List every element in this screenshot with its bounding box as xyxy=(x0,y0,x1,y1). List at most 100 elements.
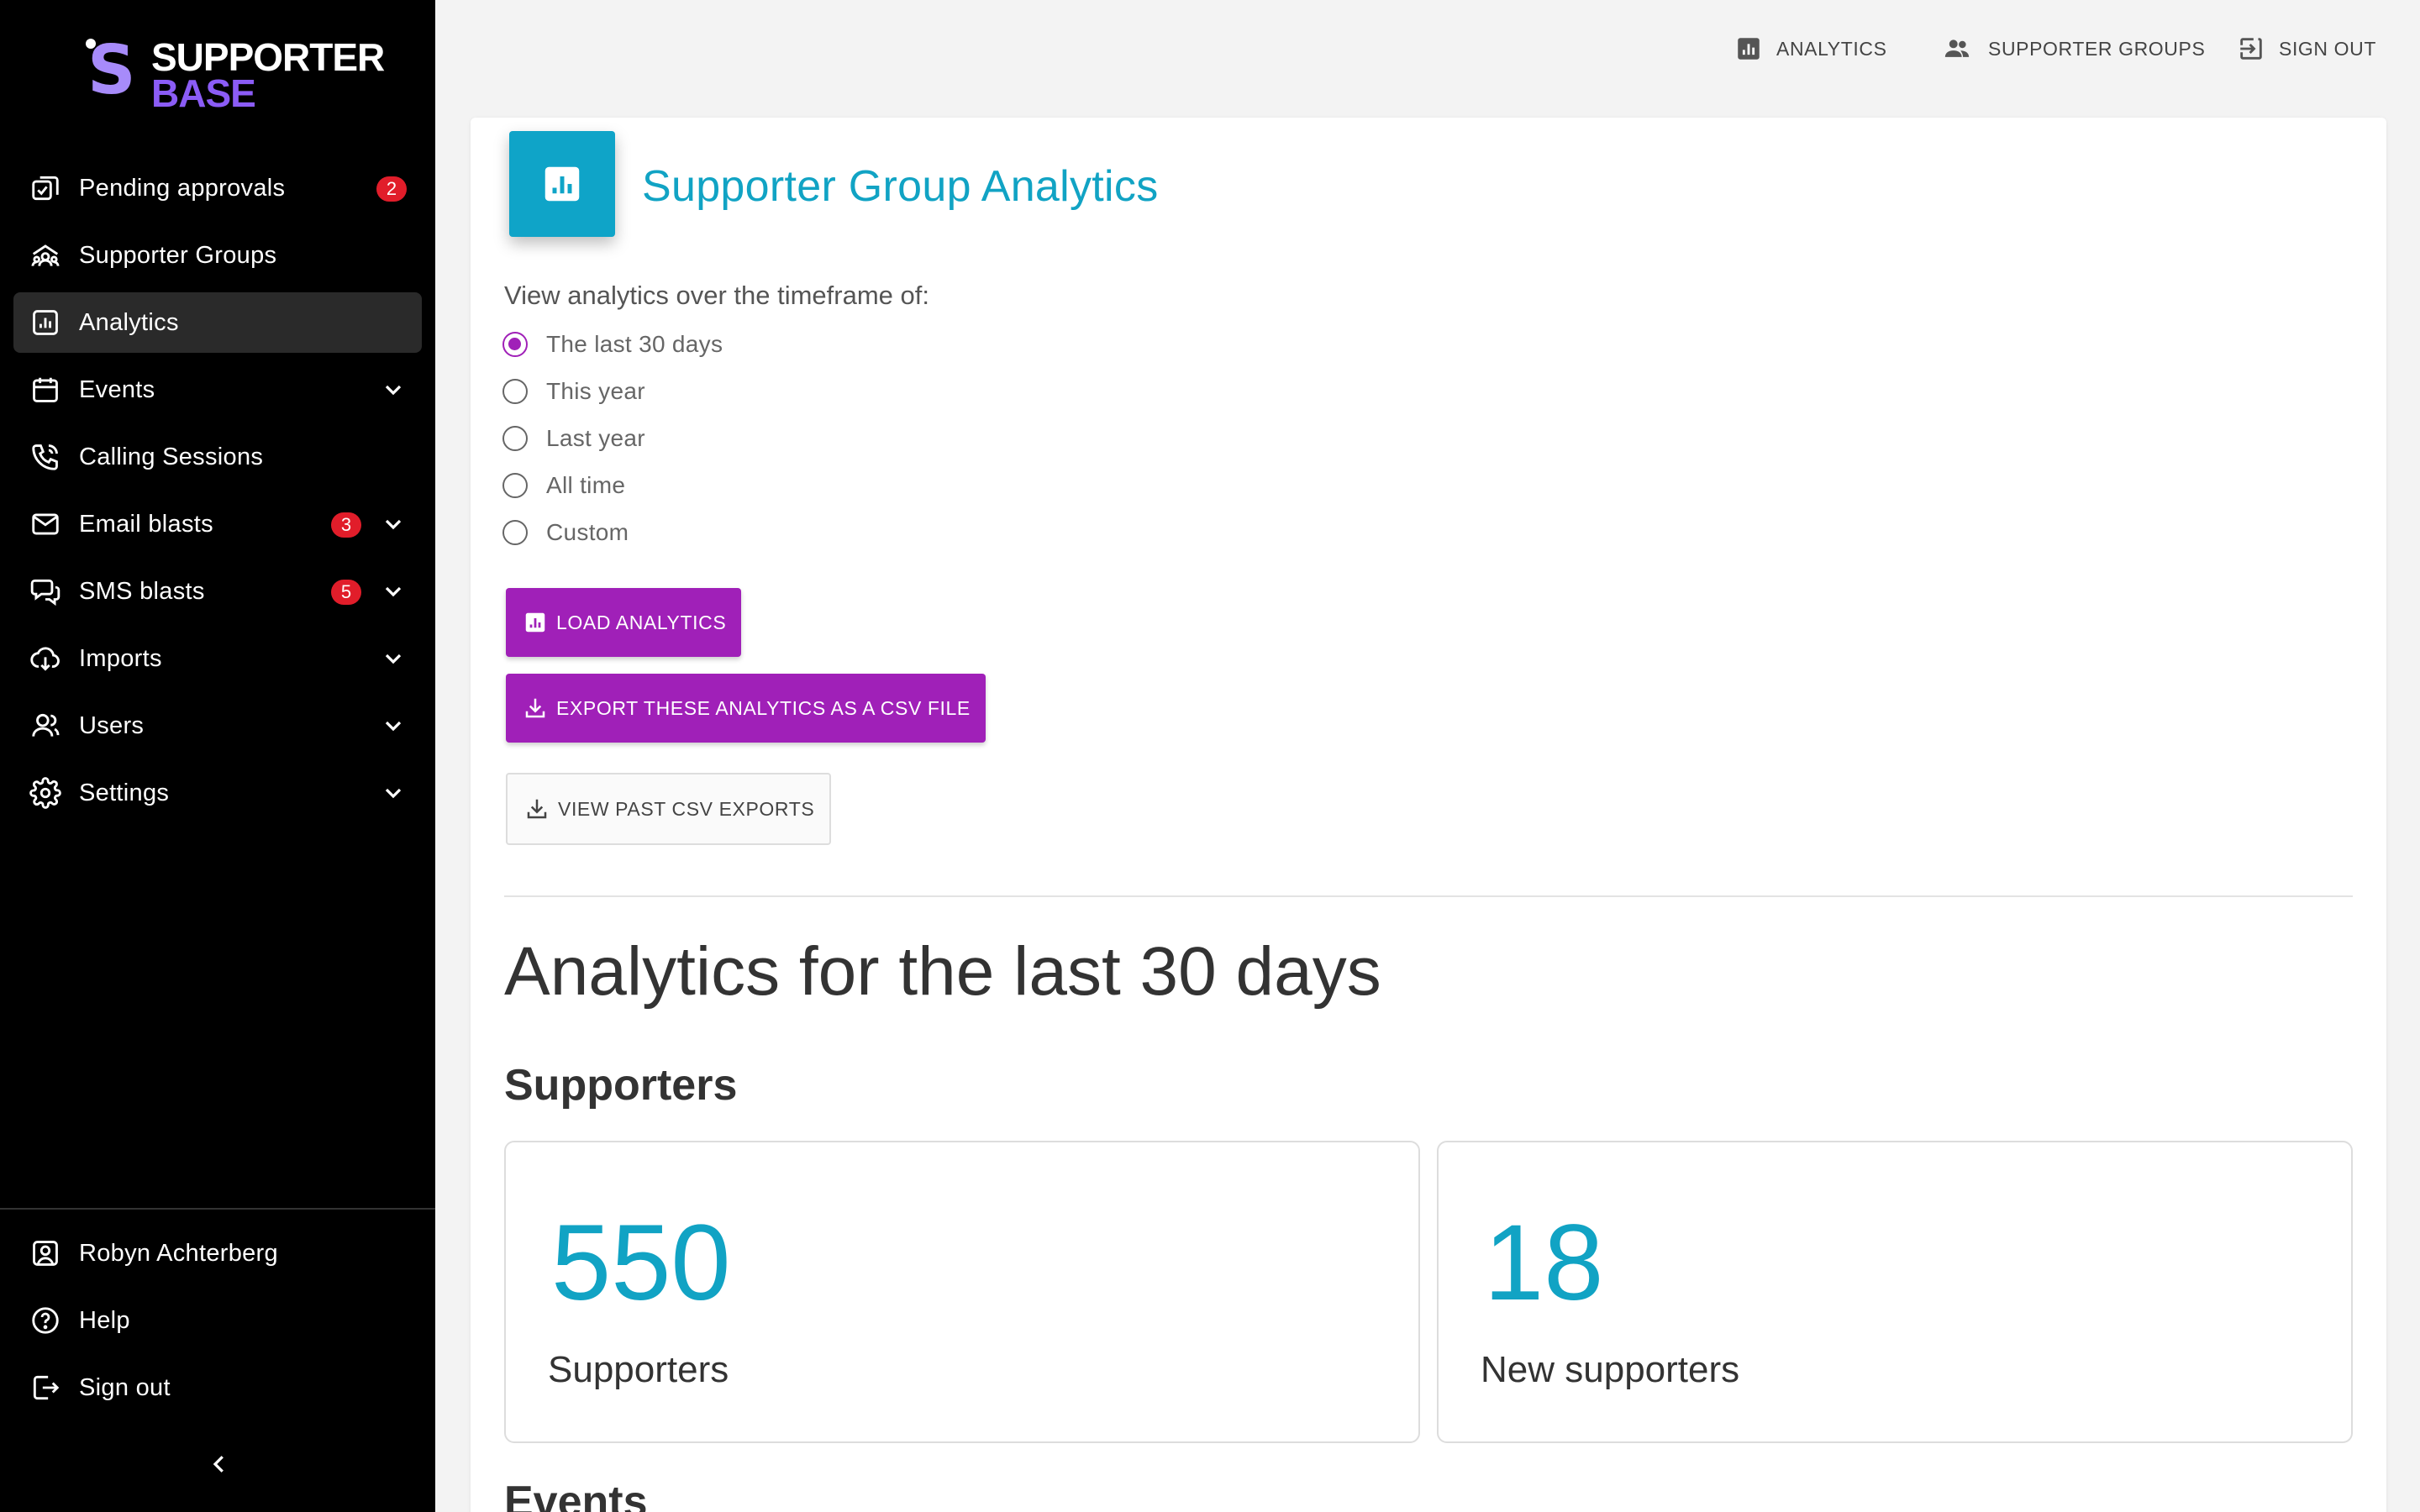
sidebar-item-label: Robyn Achterberg xyxy=(79,1239,278,1267)
chevron-down-icon[interactable] xyxy=(380,578,407,605)
top-link-supporter-groups[interactable]: SUPPORTER GROUPS xyxy=(1939,30,2205,67)
sidebar-item-label: Imports xyxy=(79,644,162,672)
sidebar-item-supporter-groups[interactable]: Supporter Groups xyxy=(13,225,422,286)
load-analytics-button[interactable]: LOAD ANALYTICS xyxy=(506,588,742,657)
timeframe-label: View analytics over the timeframe of: xyxy=(504,281,929,310)
timeframe-option-all-time[interactable]: All time xyxy=(502,469,625,502)
sidebar-item-sms-blasts[interactable]: SMS blasts 5 xyxy=(13,561,422,622)
view-past-exports-label: VIEW PAST CSV EXPORTS xyxy=(558,797,815,820)
download-icon xyxy=(527,799,547,819)
gear-icon xyxy=(29,776,62,810)
groups-icon xyxy=(29,239,62,272)
sign-out-icon xyxy=(29,1371,62,1404)
radio-label: The last 30 days xyxy=(546,331,723,357)
sidebar-item-label: Help xyxy=(79,1306,130,1334)
view-past-exports-button[interactable]: VIEW PAST CSV EXPORTS xyxy=(506,773,832,845)
sidebar-divider xyxy=(0,1208,435,1210)
sidebar-item-sign-out[interactable]: Sign out xyxy=(13,1357,422,1418)
timeframe-option-last-year[interactable]: Last year xyxy=(502,422,645,455)
top-link-analytics-label: ANALYTICS xyxy=(1776,37,1887,60)
user-icon xyxy=(29,1236,62,1270)
timeframe-option-custom[interactable]: Custom xyxy=(502,516,629,549)
sidebar: S SUPPORTER BASE Pending approvals 2 Sup… xyxy=(0,0,435,1512)
supporters-section-heading: Supporters xyxy=(504,1061,738,1110)
chevron-down-icon[interactable] xyxy=(380,376,407,403)
supporter-base-logo[interactable]: S SUPPORTER BASE xyxy=(86,31,385,115)
timeframe-option-last-30-days[interactable]: The last 30 days xyxy=(502,328,723,361)
calendar-icon xyxy=(29,373,62,407)
sms-icon xyxy=(29,575,62,608)
sidebar-item-imports[interactable]: Imports xyxy=(13,628,422,689)
radio-label: This year xyxy=(546,378,645,404)
sidebar-bottom-nav: Robyn Achterberg Help Sign out xyxy=(13,1223,422,1425)
top-link-sign-out[interactable]: SIGN OUT xyxy=(2237,30,2376,67)
stat-card-new-supporters: 18 New supporters xyxy=(1437,1141,2353,1443)
radio-button-checked[interactable] xyxy=(502,332,528,357)
stat-value: 550 xyxy=(551,1203,731,1323)
mail-icon xyxy=(29,507,62,541)
help-icon xyxy=(29,1304,62,1337)
sidebar-item-label: Calling Sessions xyxy=(79,443,264,470)
sidebar-item-events[interactable]: Events xyxy=(13,360,422,420)
sidebar-item-pending-approvals[interactable]: Pending approvals 2 xyxy=(13,158,422,218)
logo-mark: S xyxy=(87,31,136,109)
sidebar-item-help[interactable]: Help xyxy=(13,1290,422,1351)
results-heading: Analytics for the last 30 days xyxy=(504,933,1381,1010)
stat-label: New supporters xyxy=(1481,1349,1740,1390)
download-icon xyxy=(525,698,545,718)
top-link-analytics[interactable]: ANALYTICS xyxy=(1734,30,1887,67)
logo-text-line2: BASE xyxy=(151,71,256,115)
stat-label: Supporters xyxy=(548,1349,729,1390)
radio-label: Last year xyxy=(546,425,645,451)
top-link-supporter-groups-label: SUPPORTER GROUPS xyxy=(1988,37,2206,60)
radio-button[interactable] xyxy=(502,426,528,451)
sidebar-item-label: Pending approvals xyxy=(79,174,286,202)
stat-card-supporters: 550 Supporters xyxy=(504,1141,1420,1443)
sms-blasts-badge: 5 xyxy=(331,580,361,605)
sidebar-item-label: Analytics xyxy=(79,308,179,336)
card-header-icon xyxy=(509,131,615,237)
email-blasts-badge: 3 xyxy=(331,512,361,538)
sidebar-item-analytics[interactable]: Analytics xyxy=(13,292,422,353)
sidebar-nav: Pending approvals 2 Supporter Groups Ana… xyxy=(13,158,422,830)
sidebar-item-label: Settings xyxy=(79,779,170,806)
sign-out-icon xyxy=(2240,38,2262,60)
page-title: Supporter Group Analytics xyxy=(642,162,1159,211)
export-csv-button[interactable]: EXPORT THESE ANALYTICS AS A CSV FILE xyxy=(506,674,986,743)
chevron-down-icon[interactable] xyxy=(380,511,407,538)
radio-label: All time xyxy=(546,472,626,498)
sidebar-item-email-blasts[interactable]: Email blasts 3 xyxy=(13,494,422,554)
load-analytics-label: LOAD ANALYTICS xyxy=(556,611,727,633)
import-icon xyxy=(29,642,62,675)
users-icon xyxy=(29,709,62,743)
radio-button[interactable] xyxy=(502,520,528,545)
approvals-icon xyxy=(29,171,62,205)
sidebar-item-label: SMS blasts xyxy=(79,577,205,605)
events-section-heading: Events xyxy=(504,1478,648,1512)
section-divider xyxy=(504,895,2353,897)
analytics-icon xyxy=(544,166,580,202)
chevron-down-icon[interactable] xyxy=(380,712,407,739)
top-link-sign-out-label: SIGN OUT xyxy=(2279,37,2376,60)
sidebar-item-settings[interactable]: Settings xyxy=(13,763,422,823)
groups-icon xyxy=(1944,39,1970,57)
sidebar-item-label: Supporter Groups xyxy=(79,241,277,269)
sidebar-item-profile[interactable]: Robyn Achterberg xyxy=(13,1223,422,1284)
sidebar-item-label: Users xyxy=(79,711,145,739)
export-csv-label: EXPORT THESE ANALYTICS AS A CSV FILE xyxy=(556,696,971,719)
sidebar-item-label: Events xyxy=(79,375,155,403)
sidebar-item-calling-sessions[interactable]: Calling Sessions xyxy=(13,427,422,487)
sidebar-item-users[interactable]: Users xyxy=(13,696,422,756)
top-bar: ANALYTICS SUPPORTER GROUPS SIGN OUT xyxy=(435,0,2420,101)
timeframe-option-this-year[interactable]: This year xyxy=(502,375,645,408)
sidebar-item-label: Email blasts xyxy=(79,510,213,538)
radio-button[interactable] xyxy=(502,473,528,498)
sidebar-item-label: Sign out xyxy=(79,1373,171,1401)
chevron-down-icon[interactable] xyxy=(380,780,407,806)
chevron-down-icon[interactable] xyxy=(380,645,407,672)
radio-button[interactable] xyxy=(502,379,528,404)
analytics-icon xyxy=(525,612,545,633)
analytics-icon xyxy=(1738,38,1760,60)
radio-label: Custom xyxy=(546,519,629,545)
collapse-sidebar-icon[interactable] xyxy=(207,1452,232,1477)
